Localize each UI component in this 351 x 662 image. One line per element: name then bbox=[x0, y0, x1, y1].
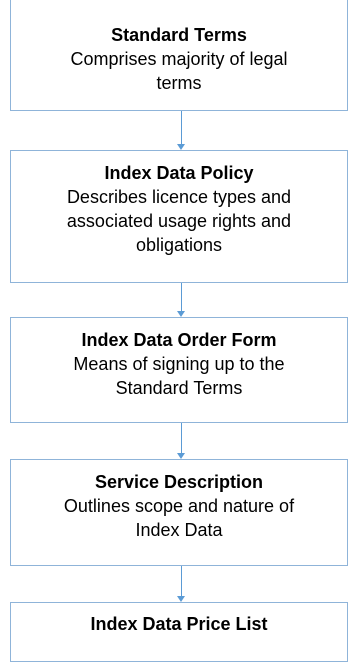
flow-box-description-line: Means of signing up to the bbox=[73, 354, 285, 374]
flow-box-description-line: Outlines scope and nature of bbox=[63, 496, 295, 516]
flow-box-description-line: terms bbox=[156, 73, 202, 93]
flow-box-index-data-order-form: Index Data Order Form Means of signing u… bbox=[10, 317, 348, 423]
flow-box-title: Index Data Order Form bbox=[81, 330, 277, 350]
flow-box-title: Index Data Policy bbox=[104, 163, 254, 183]
flow-box-description-line: obligations bbox=[135, 235, 223, 255]
flow-box-title: Index Data Price List bbox=[90, 614, 268, 634]
flow-box-title: Service Description bbox=[94, 472, 264, 492]
flow-arrow-down bbox=[177, 423, 187, 459]
flow-box-title: Standard Terms bbox=[111, 25, 247, 45]
flow-box-service-description: Service Description Outlines scope and n… bbox=[10, 459, 348, 566]
flow-box-description-line: Index Data bbox=[135, 520, 223, 540]
flow-arrow-down bbox=[177, 283, 187, 317]
flow-box-description-line: Describes licence types and bbox=[66, 187, 292, 207]
flow-box-description-line: associated usage rights and bbox=[66, 211, 292, 231]
flow-box-index-data-price-list: Index Data Price List bbox=[10, 602, 348, 662]
flow-box-description-line: Comprises majority of legal bbox=[70, 49, 288, 69]
flow-arrow-down bbox=[177, 566, 187, 602]
flow-box-description-line: Standard Terms bbox=[115, 378, 243, 398]
flow-arrow-down bbox=[177, 111, 187, 150]
flow-box-index-data-policy: Index Data Policy Describes licence type… bbox=[10, 150, 348, 283]
flow-box-standard-terms: Standard Terms Comprises majority of leg… bbox=[10, 0, 348, 111]
